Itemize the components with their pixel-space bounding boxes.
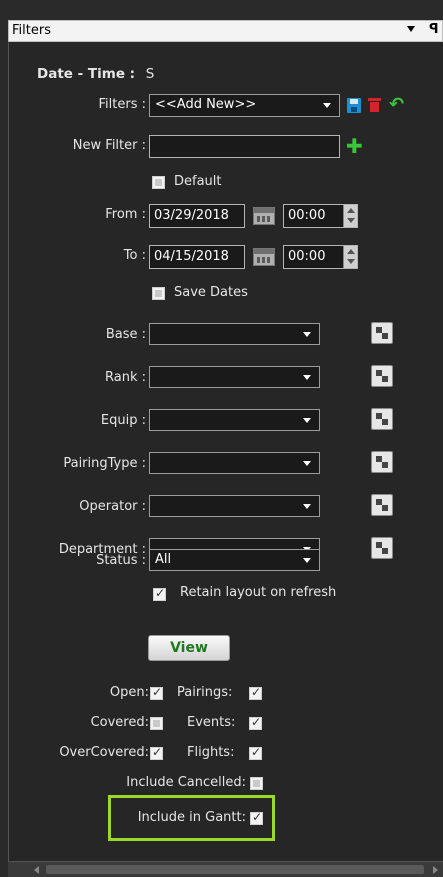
pairingtype-select[interactable] bbox=[149, 452, 320, 474]
save-icon[interactable] bbox=[347, 98, 361, 113]
open-label: Open: bbox=[109, 685, 149, 700]
horizontal-scrollbar[interactable] bbox=[8, 861, 443, 877]
to-label: To : bbox=[123, 248, 146, 263]
trash-body bbox=[370, 102, 379, 112]
save-dates-checkbox[interactable] bbox=[152, 287, 165, 300]
chevron-down-icon bbox=[303, 461, 311, 466]
to-time-value: 00:00 bbox=[288, 249, 326, 264]
chevron-down-icon bbox=[323, 103, 331, 108]
department-multi-select-button[interactable] bbox=[371, 537, 393, 559]
date-time-label: Date - Time : bbox=[37, 66, 136, 82]
flights-label: Flights: bbox=[187, 745, 235, 760]
from-date-value: 03/29/2018 bbox=[154, 208, 229, 223]
new-filter-label: New Filter : bbox=[72, 138, 146, 153]
chevron-down-icon bbox=[303, 558, 311, 563]
panel-titlebar: Filters ꟼ bbox=[8, 20, 443, 42]
pairings-label: Pairings: bbox=[177, 685, 233, 700]
chevron-down-icon bbox=[303, 375, 311, 380]
operator-label: Operator : bbox=[79, 499, 146, 514]
rank-select[interactable] bbox=[149, 366, 320, 388]
events-checkbox[interactable] bbox=[249, 715, 262, 730]
to-time-spinner[interactable] bbox=[343, 246, 357, 268]
base-multi-select-button[interactable] bbox=[371, 322, 393, 344]
status-select-value: All bbox=[155, 552, 172, 567]
pairings-checkbox[interactable] bbox=[249, 685, 262, 700]
chevron-down-icon bbox=[303, 504, 311, 509]
operator-select[interactable] bbox=[149, 495, 320, 517]
default-checkbox[interactable] bbox=[152, 176, 165, 189]
include-in-gantt-highlight bbox=[108, 795, 275, 841]
scrollbar-thumb[interactable] bbox=[46, 865, 424, 874]
events-label: Events: bbox=[187, 715, 236, 730]
panel-menu-dropdown-icon[interactable] bbox=[407, 26, 415, 32]
calendar-icon[interactable] bbox=[253, 207, 275, 225]
pin-icon[interactable]: ꟼ bbox=[429, 22, 439, 37]
include-cancelled-label: Include Cancelled: bbox=[126, 775, 246, 790]
new-filter-input[interactable] bbox=[149, 135, 340, 158]
calendar-icon[interactable] bbox=[253, 248, 275, 266]
chevron-down-icon bbox=[303, 332, 311, 337]
to-time-input[interactable]: 00:00 bbox=[283, 245, 358, 269]
retain-layout-checkbox[interactable] bbox=[153, 586, 166, 601]
flights-checkbox[interactable] bbox=[249, 745, 262, 760]
pairingtype-label: PairingType : bbox=[63, 456, 146, 471]
default-label: Default bbox=[174, 174, 222, 189]
equip-label: Equip : bbox=[100, 413, 146, 428]
chevron-down-icon bbox=[303, 418, 311, 423]
overcovered-checkbox[interactable] bbox=[150, 745, 163, 760]
scroll-right-icon[interactable] bbox=[433, 866, 438, 874]
equip-multi-select-button[interactable] bbox=[371, 408, 393, 430]
equip-select[interactable] bbox=[149, 409, 320, 431]
to-date-input[interactable]: 04/15/2018 bbox=[149, 245, 245, 269]
date-time-value: S bbox=[145, 66, 155, 82]
open-checkbox[interactable] bbox=[150, 685, 163, 700]
status-label: Status : bbox=[96, 553, 146, 568]
from-time-spinner[interactable] bbox=[343, 205, 357, 227]
base-label: Base : bbox=[105, 327, 146, 342]
panel-title: Filters bbox=[12, 23, 51, 38]
trash-lid bbox=[368, 98, 381, 101]
rank-multi-select-button[interactable] bbox=[371, 365, 393, 387]
include-cancelled-checkbox[interactable] bbox=[250, 777, 263, 790]
filters-select-value: <<Add New>> bbox=[155, 97, 257, 112]
undo-icon[interactable]: ↶ bbox=[389, 96, 404, 114]
rank-label: Rank : bbox=[105, 370, 146, 385]
view-button[interactable]: View bbox=[148, 635, 230, 661]
base-select[interactable] bbox=[149, 323, 320, 345]
trash-icon[interactable] bbox=[368, 97, 381, 112]
retain-layout-label: Retain layout on refresh bbox=[180, 585, 337, 600]
filters-label: Filters : bbox=[98, 97, 146, 112]
scroll-left-icon[interactable] bbox=[34, 866, 39, 874]
covered-label: Covered: bbox=[90, 715, 149, 730]
from-time-input[interactable]: 00:00 bbox=[283, 204, 358, 228]
pairingtype-multi-select-button[interactable] bbox=[371, 451, 393, 473]
overcovered-label: OverCovered: bbox=[59, 745, 149, 760]
to-date-value: 04/15/2018 bbox=[154, 249, 229, 264]
operator-multi-select-button[interactable] bbox=[371, 494, 393, 516]
from-date-input[interactable]: 03/29/2018 bbox=[149, 204, 245, 228]
status-select[interactable]: All bbox=[149, 549, 320, 571]
covered-checkbox[interactable] bbox=[150, 717, 163, 730]
from-label: From : bbox=[105, 207, 146, 222]
filters-select[interactable]: <<Add New>> bbox=[149, 94, 340, 117]
date-time-header: Date - Time : S bbox=[37, 66, 154, 82]
plus-icon[interactable]: ✚ bbox=[346, 136, 363, 156]
save-dates-label: Save Dates bbox=[174, 285, 248, 300]
from-time-value: 00:00 bbox=[288, 208, 326, 223]
